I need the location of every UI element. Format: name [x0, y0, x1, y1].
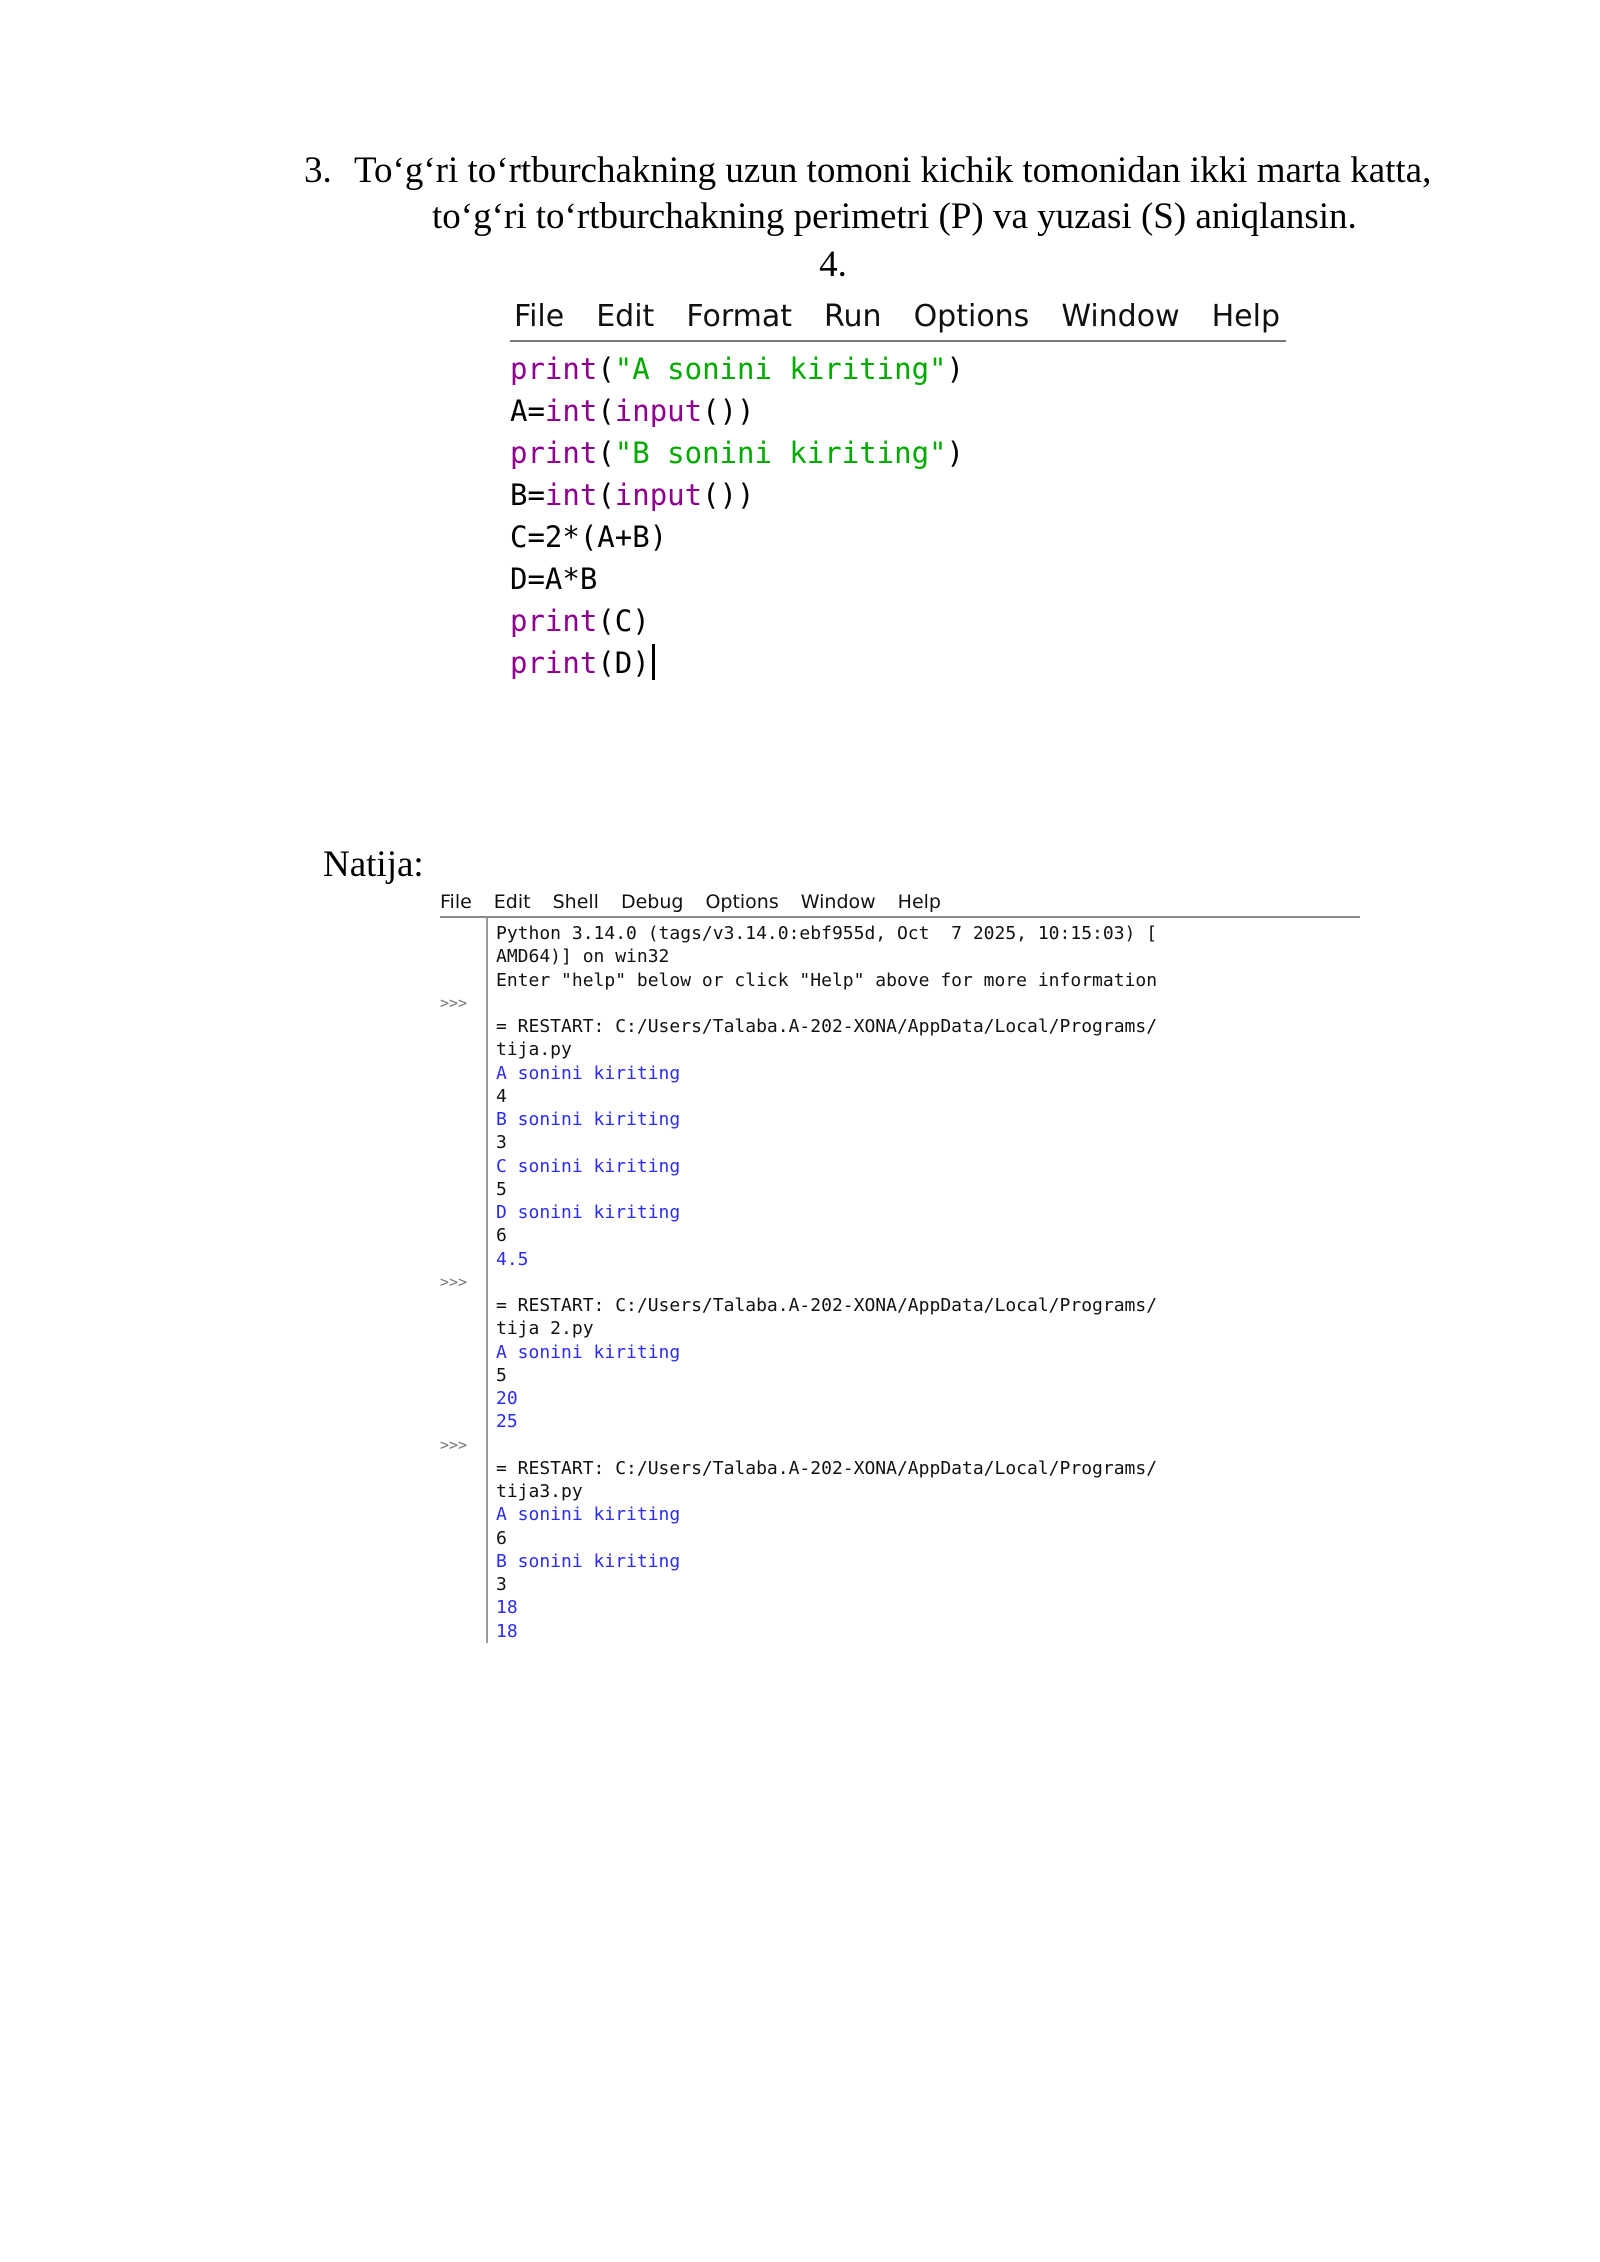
shell-menubar: File Edit Shell Debug Options Window Help	[440, 888, 1360, 918]
shell-menu-debug[interactable]: Debug	[621, 891, 683, 913]
code-line[interactable]: print(D)	[510, 642, 1286, 684]
editor-code-area: print("A sonini kiriting") A=int(input())…	[510, 348, 1286, 684]
shell-text-line: 6	[496, 1527, 507, 1549]
code-line[interactable]: A=int(input())	[510, 390, 1286, 432]
shell-text-line: 3	[496, 1132, 507, 1154]
result-label: Natija:	[323, 844, 424, 885]
shell-text-line: AMD64)] on win32	[496, 946, 670, 968]
code-text: (D)	[597, 646, 650, 680]
text-cursor	[651, 644, 655, 680]
code-line[interactable]: B=int(input())	[510, 474, 1286, 516]
code-keyword: print	[510, 436, 598, 470]
editor-menubar: File Edit Format Run Options Window Help	[510, 292, 1286, 342]
shell-menu-file[interactable]: File	[440, 891, 472, 913]
code-text: (	[597, 436, 615, 470]
problem-number: 3.	[304, 150, 332, 191]
code-keyword: print	[510, 352, 598, 386]
shell-output-line: A sonini kiriting	[496, 1341, 681, 1363]
shell-output-line: 4.5	[496, 1248, 529, 1270]
code-line[interactable]: D=A*B	[510, 558, 1286, 600]
problem-line-2: to‘g‘ri to‘rtburchakning perimetri (P) v…	[432, 196, 1357, 237]
editor-menu-run[interactable]: Run	[824, 299, 882, 334]
shell-text-line: 4	[496, 1085, 507, 1107]
code-text: (	[597, 352, 615, 386]
shell-text-line: 6	[496, 1225, 507, 1247]
shell-prompt-line: >>>	[440, 1271, 1360, 1294]
shell-output-line: C sonini kiriting	[496, 1155, 681, 1177]
shell-output-line: 18	[496, 1620, 518, 1642]
code-keyword: print	[510, 604, 598, 638]
shell-text-line: 3	[496, 1574, 507, 1595]
shell-text-line: Enter "help" below or click "Help" above…	[496, 969, 1158, 991]
shell-output-line: A sonini kiriting	[496, 1062, 681, 1084]
code-string: "A sonini kiriting"	[614, 352, 947, 386]
shell-prompt[interactable]: >>>	[440, 1271, 467, 1294]
code-string: "B sonini kiriting"	[614, 436, 947, 470]
code-line[interactable]: print("B sonini kiriting")	[510, 432, 1286, 474]
shell-output-line: B sonini kiriting	[496, 1109, 681, 1130]
code-text: D=A*B	[510, 562, 598, 596]
shell-body: Python 3.14.0 (tags/v3.14.0:ebf955d, Oct…	[440, 918, 1360, 1643]
shell-text-line: Python 3.14.0 (tags/v3.14.0:ebf955d, Oct…	[496, 923, 1158, 944]
shell-menu-window[interactable]: Window	[801, 891, 876, 913]
code-keyword: input	[614, 478, 703, 512]
shell-text-line: tija.py	[496, 1039, 572, 1061]
editor-menu-window[interactable]: Window	[1061, 299, 1179, 334]
idle-editor-screenshot: File Edit Format Run Options Window Help print…	[510, 292, 1286, 684]
editor-menu-edit[interactable]: Edit	[596, 299, 654, 334]
code-keyword: int	[544, 394, 598, 428]
shell-output-line: 25	[496, 1411, 518, 1433]
code-keyword: print	[510, 646, 598, 680]
code-text: A=	[510, 394, 545, 428]
shell-output-line: B sonini kiriting	[496, 1550, 681, 1572]
shell-menu-shell[interactable]: Shell	[553, 891, 599, 913]
code-line[interactable]: C=2*(A+B)	[510, 516, 1286, 558]
shell-text-line: 5	[496, 1364, 507, 1386]
code-keyword: int	[544, 478, 598, 512]
shell-output-line: 20	[496, 1388, 518, 1409]
shell-text-line: = RESTART: C:/Users/Talaba.A-202-XONA/Ap…	[496, 1295, 1158, 1316]
editor-menu-file[interactable]: File	[514, 299, 564, 334]
code-text: (C)	[597, 604, 650, 638]
code-text: ())	[702, 394, 755, 428]
shell-text-line: 5	[496, 1178, 507, 1200]
shell-text-line: = RESTART: C:/Users/Talaba.A-202-XONA/Ap…	[496, 1016, 1158, 1037]
shell-output-line: D sonini kiriting	[496, 1202, 681, 1223]
idle-shell-screenshot: File Edit Shell Debug Options Window Help Pyth…	[440, 888, 1360, 1643]
code-text: (	[597, 394, 615, 428]
code-text: C=2*(A+B)	[510, 520, 668, 554]
code-line[interactable]: print(C)	[510, 600, 1286, 642]
editor-menu-help[interactable]: Help	[1212, 299, 1280, 334]
shell-output: Python 3.14.0 (tags/v3.14.0:ebf955d, Oct…	[440, 918, 1360, 1643]
shell-menu-help[interactable]: Help	[898, 891, 941, 913]
code-keyword: input	[614, 394, 703, 428]
shell-gutter-divider	[486, 918, 488, 1643]
shell-prompt[interactable]: >>>	[440, 1434, 467, 1457]
code-text: )	[946, 436, 964, 470]
item-number-4: 4.	[819, 244, 847, 285]
problem-statement: 3. To‘g‘ri to‘rtburchakning uzun tomoni k…	[304, 148, 1454, 240]
code-text: ())	[702, 478, 755, 512]
code-text: B=	[510, 478, 545, 512]
shell-output-line: 18	[496, 1597, 518, 1619]
code-text: (	[597, 478, 615, 512]
shell-menu-options[interactable]: Options	[705, 891, 778, 913]
shell-output-line: A sonini kiriting	[496, 1504, 681, 1526]
code-line[interactable]: print("A sonini kiriting")	[510, 348, 1286, 390]
editor-menu-options[interactable]: Options	[914, 299, 1030, 334]
shell-text-line: = RESTART: C:/Users/Talaba.A-202-XONA/Ap…	[496, 1457, 1158, 1479]
problem-text-1: To‘g‘ri to‘rtburchakning uzun tomoni kic…	[354, 150, 1432, 191]
shell-text-line: tija 2.py	[496, 1318, 594, 1340]
code-text: )	[946, 352, 964, 386]
shell-prompt[interactable]: >>>	[440, 992, 467, 1015]
editor-menu-format[interactable]: Format	[686, 299, 792, 334]
problem-line-1: 3. To‘g‘ri to‘rtburchakning uzun tomoni k…	[304, 148, 1454, 194]
shell-prompt-line: >>>	[440, 1434, 1360, 1457]
shell-text-line: tija3.py	[496, 1481, 583, 1502]
shell-prompt-line: >>>	[440, 992, 1360, 1015]
shell-menu-edit[interactable]: Edit	[494, 891, 531, 913]
